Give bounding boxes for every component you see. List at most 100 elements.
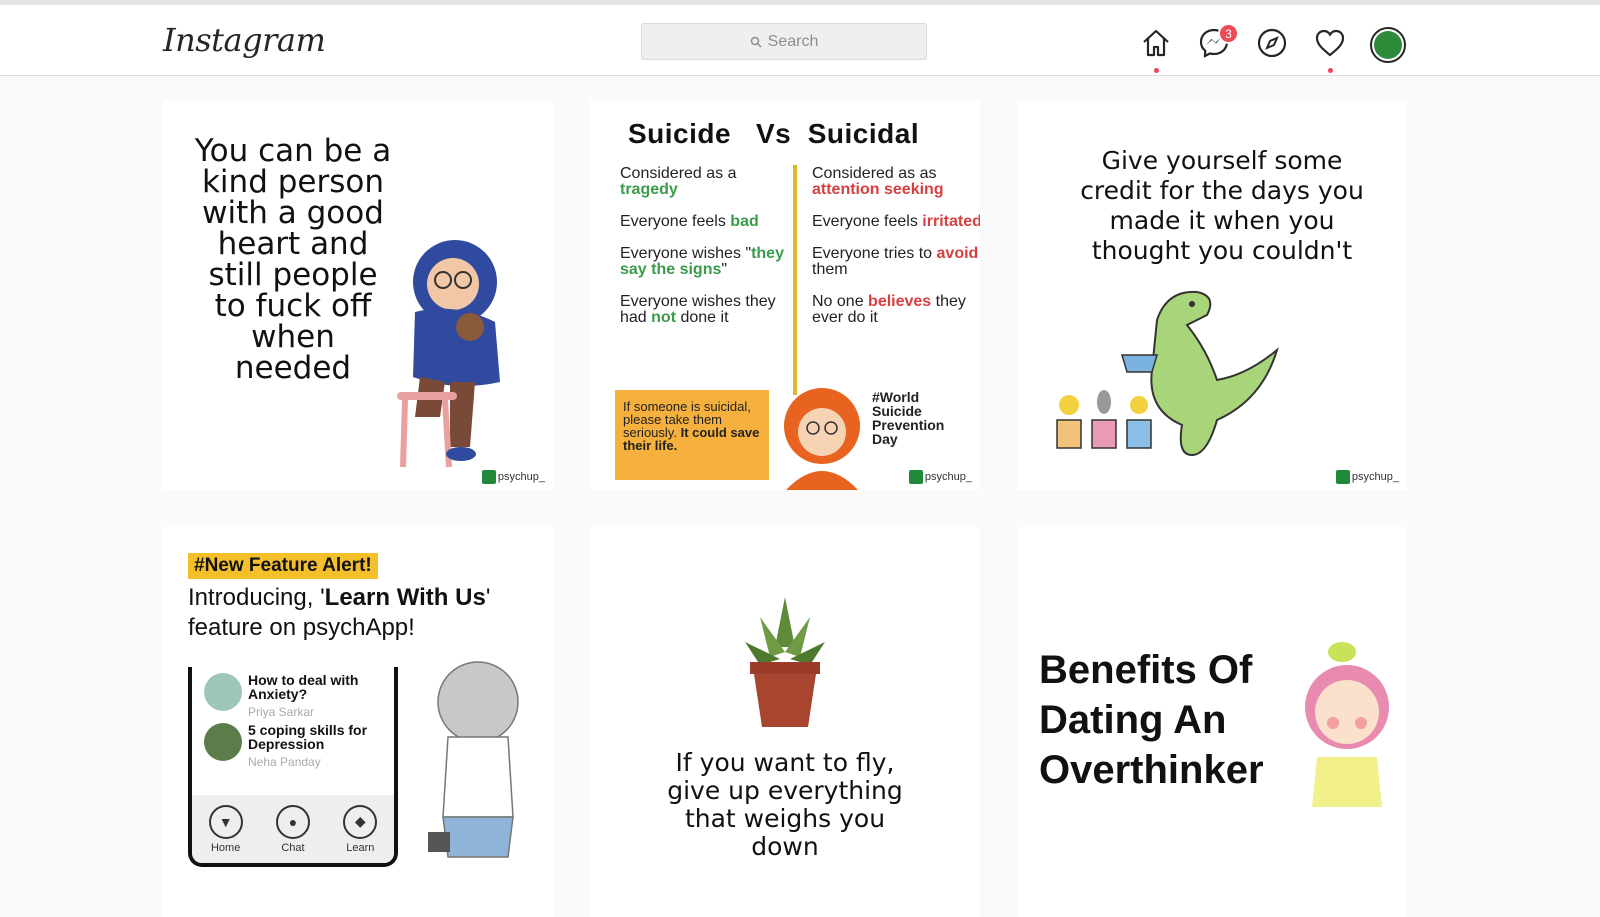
psychup-logo-icon [481,470,496,484]
text-part: Everyone wishes " [620,245,752,262]
title-part: Introducing, ' [188,584,325,611]
text-part: Everyone tries to [812,245,933,262]
home-icon [1143,29,1169,57]
compass-icon [1257,28,1287,58]
search-icon [750,36,762,48]
feature-tag: #New Feature Alert! [188,553,378,579]
article-author: Neha Panday [248,755,321,769]
avatar-image [1374,31,1402,59]
article-title: How to deal with Anxiety? [248,672,359,702]
right-item: Everyone feels irritated [812,214,980,230]
text-part: " [721,261,728,278]
phone-mockup: How to deal with Anxiety? Priya Sarkar 5 … [188,667,398,867]
divider-line [793,165,797,395]
highlight: bad [730,213,759,230]
tab-label: Learn [346,841,375,854]
author-avatar [204,723,242,761]
messages-button[interactable]: 3 [1198,23,1239,59]
post-caption-art: If you want to fly, give up everything t… [667,748,903,861]
post-tile[interactable]: #New Feature Alert! Introducing, 'Learn … [163,527,553,917]
post-caption-art: Give yourself some credit for the days y… [1080,146,1364,265]
highlight: avoid [936,245,979,262]
tab-label: Home [210,841,241,854]
heading-vs: Vs [755,118,792,149]
watermark: psychup_ [1335,470,1399,484]
girl-with-bird-illustration [1305,642,1389,807]
highlight: believes [868,293,932,310]
heart-icon [1315,29,1345,57]
right-item: No one believes they ever do it [812,294,980,326]
dinosaur-watering-plants-illustration [1056,290,1279,457]
article-title: 5 coping skills for Depression [248,722,368,752]
post-tile[interactable]: If you want to fly, give up everything t… [590,527,980,917]
home-notification-dot [1154,68,1159,73]
watermark-text: psychup_ [924,471,972,483]
post-tile[interactable]: Benefits Of Dating An Overthinker [1017,527,1407,917]
left-item: Everyone feels bad [620,214,792,230]
heading-right: Suicidal [807,118,920,149]
highlight: irritated [922,213,980,230]
left-item: Everyone wishes "they say the signs" [620,246,792,278]
text-part: them [812,261,848,278]
right-column: Considered as as attention seeking Every… [812,166,980,342]
right-item: Everyone tries to avoid them [812,246,980,278]
article-info: 5 coping skills for Depression Neha Panda… [248,723,398,769]
watermark: psychup_ [481,470,545,484]
cup-icon: ▼ [208,804,243,839]
left-column: Considered as a tragedy Everyone feels b… [620,166,792,342]
activity-button[interactable] [1314,27,1346,73]
text-part: Considered as as [812,165,937,182]
activity-notification-dot [1328,68,1333,73]
tab-label: Chat [281,841,305,854]
text-part: Everyone feels [812,213,918,230]
potted-plant-illustration [745,597,825,727]
tab-home: ▼ Home [208,804,243,854]
post-tile[interactable]: Give yourself some credit for the days y… [1017,100,1407,490]
article-info: How to deal with Anxiety? Priya Sarkar [248,673,398,719]
post-grid: You can be a kind person with a good hea… [163,100,1407,917]
left-item: Everyone wishes they had not done it [620,294,792,326]
search-input[interactable]: Search [641,23,927,60]
hoodie-person-illustration [397,240,500,468]
tab-learn: ◆ Learn [343,804,378,854]
home-button[interactable] [1140,27,1172,73]
text-part: Everyone feels [620,213,726,230]
top-navigation-bar: Instagram Search 3 [0,0,1600,76]
article-item: 5 coping skills for Depression Neha Panda… [204,723,398,769]
profile-avatar[interactable] [1370,27,1406,63]
highlight: attention seeking [812,181,944,198]
article-item: How to deal with Anxiety? Priya Sarkar [204,673,398,719]
app-tab-bar: ▼ Home ● Chat ◆ Learn [192,795,394,863]
search-placeholder: Search [767,32,819,50]
messages-count-badge: 3 [1218,23,1239,44]
watermark-text: psychup_ [1351,471,1399,483]
psychup-logo-icon [1335,470,1350,484]
author-avatar [204,673,242,711]
post-caption-art: You can be a kind person with a good hea… [194,133,392,386]
explore-button[interactable] [1256,27,1288,59]
instagram-logo[interactable]: Instagram [163,21,326,59]
highlight: not [651,309,677,326]
right-item: Considered as as attention seeking [812,166,980,198]
hashtag-text: #World Suicide Prevention Day [872,389,945,447]
post-heading: Benefits Of Dating An Overthinker [1039,648,1264,792]
watermark: psychup_ [908,470,972,484]
watermark-text: psychup_ [497,471,545,483]
left-item: Considered as a tragedy [620,166,792,198]
post-heading: Suicide Vs Suicidal [628,118,919,150]
curly-hair-girl-illustration [428,661,519,858]
article-author: Priya Sarkar [248,705,315,719]
feature-title: Introducing, 'Learn With Us' feature on … [188,583,508,643]
chat-icon: ● [275,804,310,839]
heading-left: Suicide [628,118,732,149]
tab-chat: ● Chat [275,804,310,854]
red-haired-girl-illustration [784,388,860,490]
text-part: No one [812,293,864,310]
text-part: Considered as a [620,165,737,182]
post-tile[interactable]: Suicide Vs Suicidal Considered as a trag… [590,100,980,490]
callout-box: If someone is suicidal, please take them… [615,390,769,480]
title-bold: Learn With Us [324,584,486,611]
highlight: tragedy [620,181,678,198]
post-tile[interactable]: You can be a kind person with a good hea… [163,100,553,490]
psychup-logo-icon [908,470,923,484]
